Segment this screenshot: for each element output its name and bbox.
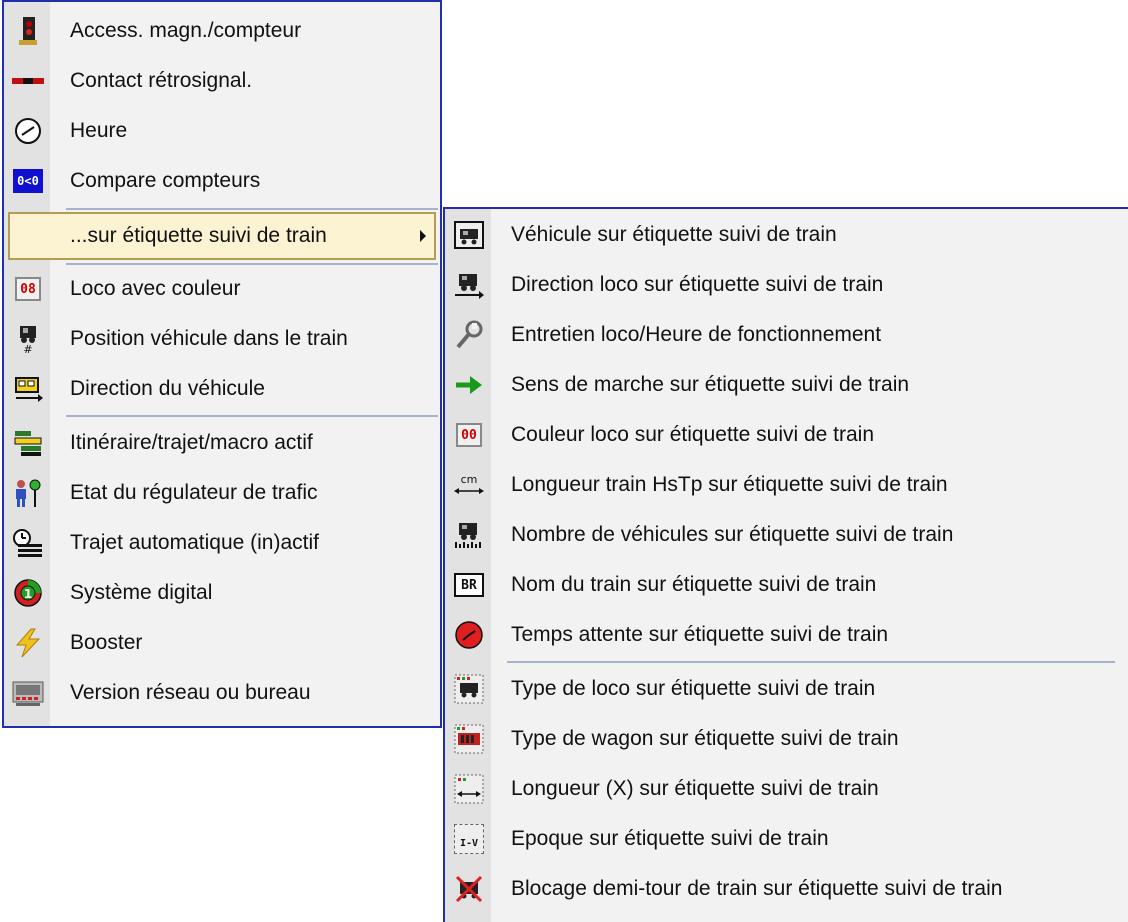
menu-item-trajet-automatique[interactable]: Trajet automatique (in)actif [8,520,436,566]
menu-item-access-magn[interactable]: Access. magn./compteur [8,8,436,54]
contact-icon [12,65,44,97]
menu-item-label: Direction loco sur étiquette suivi de tr… [511,273,884,296]
menu-item-label: Version réseau ou bureau [70,681,311,704]
length-x-icon [453,773,485,805]
digital-system-icon: 1 [12,577,44,609]
block-reverse-icon [453,873,485,905]
loco-type-icon [453,673,485,705]
wrench-icon [453,319,485,351]
loco-color-badge: 00 [456,423,482,447]
menu-item-label: Booster [70,631,143,654]
wait-time-icon [453,619,485,651]
submenu-item-direction-loco[interactable]: Direction loco sur étiquette suivi de tr… [449,262,1127,308]
menu-item-label: Véhicule sur étiquette suivi de train [511,223,837,246]
menu-item-label: Etat du régulateur de trafic [70,481,318,504]
context-menu: Access. magn./compteur Contact rétrosign… [2,0,442,728]
vehicle-icon [453,219,485,251]
arrow-right-icon [453,369,485,401]
svg-text:1: 1 [24,587,32,601]
submenu-item-entretien-loco[interactable]: Entretien loco/Heure de fonctionnement [449,312,1127,358]
menu-separator [507,661,1115,663]
menu-item-booster[interactable]: Booster [8,620,436,666]
svg-text:#: # [23,343,32,354]
submenu-item-sens-de-marche[interactable]: Sens de marche sur étiquette suivi de tr… [449,362,1127,408]
submenu-item-vehicule[interactable]: Véhicule sur étiquette suivi de train [449,212,1127,258]
menu-item-direction-vehicule[interactable]: Direction du véhicule [8,366,436,412]
menu-item-label: Longueur train HsTp sur étiquette suivi … [511,473,948,496]
menu-item-label: Type de wagon sur étiquette suivi de tra… [511,727,899,750]
menu-item-position-vehicule[interactable]: # Position véhicule dans le train [8,316,436,362]
submenu-item-nom-du-train[interactable]: BR Nom du train sur étiquette suivi de t… [449,562,1127,608]
menu-item-label: Longueur (X) sur étiquette suivi de trai… [511,777,879,800]
menu-item-label: Blocage demi-tour de train sur étiquette… [511,877,1003,900]
submenu-item-type-de-loco[interactable]: Type de loco sur étiquette suivi de trai… [449,666,1127,712]
menu-item-label: Type de loco sur étiquette suivi de trai… [511,677,876,700]
train-name-badge: BR [454,573,484,597]
menu-item-label: Contact rétrosignal. [70,69,253,92]
submenu-item-blocage-demi-tour[interactable]: Blocage demi-tour de train sur étiquette… [449,866,1127,912]
submenu-item-longueur-x[interactable]: Longueur (X) sur étiquette suivi de trai… [449,766,1127,812]
submenu-item-type-de-wagon[interactable]: Type de wagon sur étiquette suivi de tra… [449,716,1127,762]
menu-item-label: Nombre de véhicules sur étiquette suivi … [511,523,954,546]
booster-icon [12,627,44,659]
version-icon [12,677,44,709]
menu-item-label: Access. magn./compteur [70,19,302,42]
vehicle-position-icon: # [12,323,44,355]
epoch-icon: I-V [453,823,485,855]
route-icon [12,427,44,459]
menu-item-label: Heure [70,119,128,142]
menu-separator [66,415,438,417]
vehicle-count-icon [453,519,485,551]
length-cm-label: cm [460,473,478,486]
menu-item-label: Compare compteurs [70,169,261,192]
menu-item-heure[interactable]: Heure [8,108,436,154]
menu-item-label: Epoque sur étiquette suivi de train [511,827,829,850]
menu-item-label: Couleur loco sur étiquette suivi de trai… [511,423,875,446]
menu-item-contact-retrosignal[interactable]: Contact rétrosignal. [8,58,436,104]
menu-item-label: Sens de marche sur étiquette suivi de tr… [511,373,910,396]
submenu-sur-etiquette: Véhicule sur étiquette suivi de train Di… [443,207,1128,922]
submenu-item-nombre-vehicules[interactable]: Nombre de véhicules sur étiquette suivi … [449,512,1127,558]
loco-color-badge: 08 [15,277,41,301]
menu-separator [66,263,438,265]
menu-item-label: Trajet automatique (in)actif [70,531,319,554]
menu-item-label: Loco avec couleur [70,277,241,300]
menu-item-sur-etiquette-submenu[interactable]: ...sur étiquette suivi de train [8,212,436,260]
menu-item-label: Système digital [70,581,213,604]
loco-direction-icon [453,269,485,301]
signal-icon [12,15,44,47]
menu-item-systeme-digital[interactable]: 1 Système digital [8,570,436,616]
counter-compare-badge: 0<0 [13,169,43,193]
epoch-badge: I-V [454,824,484,854]
menu-item-label: Temps attente sur étiquette suivi de tra… [511,623,889,646]
train-name-icon: BR [453,569,485,601]
wagon-type-icon [453,723,485,755]
counter-compare-icon: 0<0 [12,165,44,197]
submenu-item-temps-attente[interactable]: Temps attente sur étiquette suivi de tra… [449,612,1127,658]
menu-item-label: ...sur étiquette suivi de train [70,224,327,247]
loco-color-icon: 00 [453,419,485,451]
menu-item-label: Itinéraire/trajet/macro actif [70,431,313,454]
menu-item-label: Nom du train sur étiquette suivi de trai… [511,573,877,596]
menu-item-itineraire[interactable]: Itinéraire/trajet/macro actif [8,420,436,466]
submenu-item-epoque[interactable]: I-V Epoque sur étiquette suivi de train [449,816,1127,862]
length-cm-icon: cm [453,469,485,501]
loco-color-icon: 08 [12,273,44,305]
auto-route-icon [12,527,44,559]
menu-item-label: Direction du véhicule [70,377,265,400]
menu-item-label: Entretien loco/Heure de fonctionnement [511,323,882,346]
menu-item-compare-compteurs[interactable]: 0<0 Compare compteurs [8,158,436,204]
menu-item-loco-avec-couleur[interactable]: 08 Loco avec couleur [8,266,436,312]
submenu-item-longueur-train[interactable]: cm Longueur train HsTp sur étiquette sui… [449,462,1127,508]
vehicle-direction-icon [12,373,44,405]
menu-item-version-reseau[interactable]: Version réseau ou bureau [8,670,436,716]
submenu-item-couleur-loco[interactable]: 00 Couleur loco sur étiquette suivi de t… [449,412,1127,458]
traffic-controller-icon [12,477,44,509]
submenu-arrow-icon [420,230,426,242]
clock-icon [12,115,44,147]
menu-item-label: Position véhicule dans le train [70,327,348,350]
menu-item-etat-regulateur[interactable]: Etat du régulateur de trafic [8,470,436,516]
menu-separator [66,208,438,210]
